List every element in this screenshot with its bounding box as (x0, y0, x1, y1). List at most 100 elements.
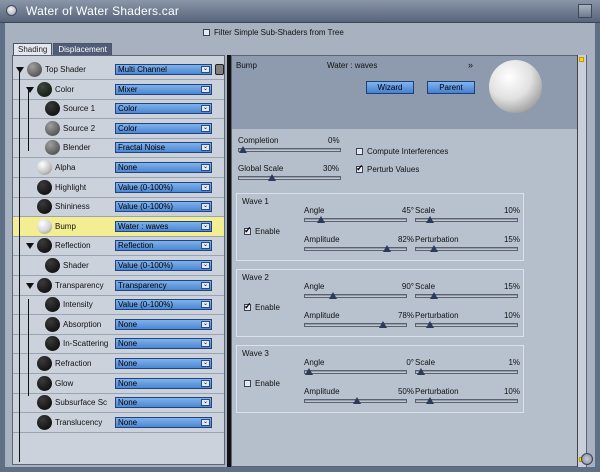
shader-type-dropdown[interactable]: Fractal Noise ⌄ (115, 142, 212, 154)
shader-type-value: None (118, 378, 138, 388)
close-window-icon[interactable] (6, 5, 17, 16)
tree-row[interactable]: Subsurface Sc None ⌄ (13, 393, 224, 414)
tree-row[interactable]: Bump Water : waves ⌄ (13, 216, 224, 237)
scale-thumb[interactable] (430, 292, 439, 299)
shader-type-dropdown[interactable]: Value (0-100%) ⌄ (115, 201, 212, 213)
shader-type-dropdown[interactable]: Color ⌄ (115, 122, 212, 134)
tree-row[interactable]: Shader Value (0-100%) ⌄ (13, 256, 224, 276)
scale-slider[interactable] (415, 292, 518, 299)
tree-row[interactable]: Absorption None ⌄ (13, 315, 224, 335)
resize-grip-icon[interactable] (581, 453, 593, 465)
perturbation-slider[interactable] (415, 321, 518, 328)
perturbation-slider[interactable] (415, 397, 518, 404)
angle-slider[interactable] (304, 292, 407, 299)
amplitude-slider[interactable] (304, 245, 407, 252)
window-control-button[interactable] (578, 4, 592, 18)
tree-row[interactable]: Source 2 Color ⌄ (13, 119, 224, 139)
wave-enable-checkbox[interactable] (244, 301, 252, 312)
expand-triangle-icon[interactable] (16, 67, 24, 73)
compute-interferences-row[interactable]: Compute Interferences (356, 147, 448, 156)
tree-row[interactable]: Refraction None ⌄ (13, 354, 224, 374)
tab-displacement[interactable]: Displacement (53, 43, 112, 55)
perturbation-thumb[interactable] (425, 397, 434, 404)
amplitude-slider[interactable] (304, 397, 407, 404)
expand-triangle-icon[interactable] (26, 243, 34, 250)
angle-thumb[interactable] (305, 368, 313, 375)
angle-value: 0° (406, 358, 414, 367)
angle-thumb[interactable] (328, 292, 337, 299)
angle-slider[interactable] (304, 368, 407, 375)
perturbation-thumb[interactable] (425, 321, 434, 328)
perturb-values-row[interactable]: Perturb Values (356, 163, 419, 174)
tab-shading[interactable]: Shading (13, 43, 53, 55)
tree-row[interactable]: Transparency Transparency ⌄ (13, 276, 224, 296)
amplitude-thumb[interactable] (379, 321, 388, 328)
shader-type-dropdown[interactable]: None ⌄ (115, 318, 212, 330)
tree-row[interactable]: Top Shader Multi Channel ⌄ (13, 60, 224, 80)
properties-scrollbar[interactable] (577, 55, 586, 467)
shader-type-dropdown[interactable]: Value (0-100%) ⌄ (115, 181, 212, 193)
scale-value: 10% (503, 206, 520, 215)
completion-thumb[interactable] (239, 146, 247, 153)
shader-menu-chevron-icon[interactable]: » (468, 60, 473, 70)
scale-slider[interactable] (415, 368, 518, 375)
tree-row[interactable]: Alpha None ⌄ (13, 158, 224, 178)
tree-row[interactable]: Glow None ⌄ (13, 374, 224, 394)
shader-type-dropdown[interactable]: None ⌄ (115, 416, 212, 428)
shader-type-dropdown[interactable]: None ⌄ (115, 358, 212, 369)
wave-enable-row[interactable]: Enable (244, 301, 280, 312)
shader-type-dropdown[interactable]: None ⌄ (115, 162, 212, 173)
tree-item-label: Bump (55, 221, 76, 231)
wave-group-2: Wave 2 Enable Angle 90° Scale 15% Amplit… (236, 269, 524, 337)
shader-type-dropdown[interactable]: Transparency ⌄ (115, 279, 212, 291)
amplitude-thumb[interactable] (382, 245, 391, 252)
wave-enable-checkbox[interactable] (244, 225, 252, 236)
angle-thumb[interactable] (316, 216, 325, 223)
tree-row[interactable]: Intensity Value (0-100%) ⌄ (13, 295, 224, 316)
shader-type-dropdown[interactable]: Water : waves ⌄ (115, 220, 212, 232)
perturb-values-checkbox[interactable] (356, 163, 364, 174)
shader-type-dropdown[interactable]: Multi Channel ⌄ (115, 64, 212, 75)
shader-type-dropdown[interactable]: Reflection ⌄ (115, 240, 212, 252)
global-scale-thumb[interactable] (267, 174, 276, 181)
angle-slider[interactable] (304, 216, 407, 223)
wave-enable-row[interactable]: Enable (244, 379, 280, 388)
tree-row[interactable]: Blender Fractal Noise ⌄ (13, 138, 224, 159)
shader-type-dropdown[interactable]: Color ⌄ (115, 103, 212, 115)
filter-checkbox[interactable] (203, 29, 210, 36)
shader-type-dropdown[interactable]: Value (0-100%) ⌄ (115, 260, 212, 271)
expand-triangle-icon[interactable] (26, 282, 34, 289)
amplitude-slider[interactable] (304, 321, 407, 328)
tree-row[interactable]: Source 1 Color ⌄ (13, 99, 224, 120)
scale-slider[interactable] (415, 216, 518, 223)
tree-row[interactable]: Translucency None ⌄ (13, 413, 224, 433)
trash-icon[interactable] (215, 64, 224, 75)
tree-row[interactable]: Reflection Reflection ⌄ (13, 236, 224, 257)
amplitude-thumb[interactable] (352, 397, 361, 404)
shader-type-dropdown[interactable]: Mixer ⌄ (115, 83, 212, 95)
tree-row[interactable]: Shininess Value (0-100%) ⌄ (13, 197, 224, 218)
wave-enable-row[interactable]: Enable (244, 225, 280, 236)
tree-row[interactable]: Color Mixer ⌄ (13, 80, 224, 100)
wave-enable-checkbox[interactable] (244, 380, 251, 387)
perturbation-slider[interactable] (415, 245, 518, 252)
shader-type-value: None (118, 417, 138, 427)
global-scale-slider[interactable] (238, 174, 341, 181)
shader-type-dropdown[interactable]: None ⌄ (115, 338, 212, 350)
parent-button[interactable]: Parent (427, 81, 475, 94)
perturbation-thumb[interactable] (430, 245, 439, 252)
preview-sphere (489, 60, 542, 113)
tree-row[interactable]: Highlight Value (0-100%) ⌄ (13, 178, 224, 198)
shader-type-dropdown[interactable]: None ⌄ (115, 397, 212, 409)
filter-simple-subshaders[interactable]: Filter Simple Sub-Shaders from Tree (203, 28, 344, 37)
scale-thumb[interactable] (425, 216, 434, 223)
compute-interferences-checkbox[interactable] (356, 148, 363, 155)
shader-type-dropdown[interactable]: Value (0-100%) ⌄ (115, 299, 212, 311)
completion-slider[interactable] (238, 146, 341, 153)
scale-value: 1% (508, 358, 520, 367)
wizard-button[interactable]: Wizard (366, 81, 414, 94)
tree-row[interactable]: In-Scattering None ⌄ (13, 334, 224, 355)
filter-label: Filter Simple Sub-Shaders from Tree (214, 28, 344, 37)
scale-thumb[interactable] (416, 368, 425, 375)
shader-type-dropdown[interactable]: None ⌄ (115, 377, 212, 389)
